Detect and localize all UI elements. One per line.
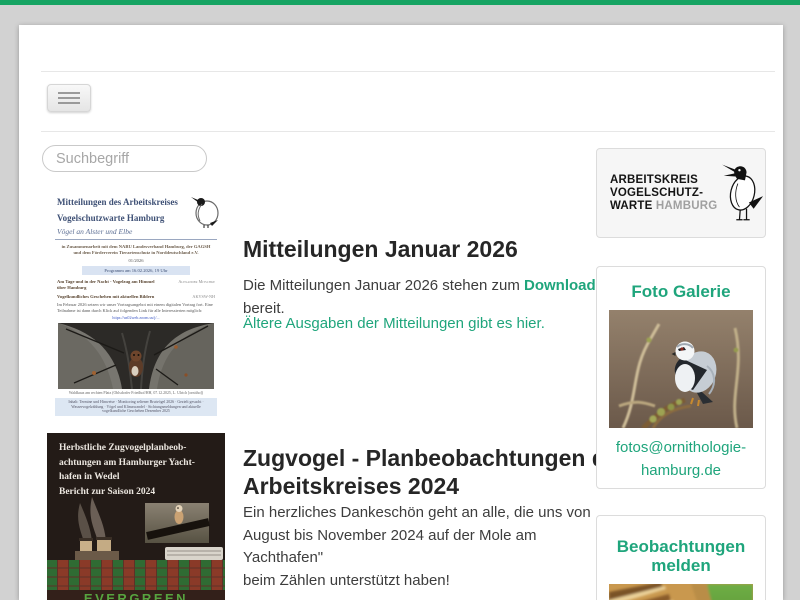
doc-photo-caption: Waldkauz am rechten Platz (Ohlsdorfer Fr… [47,391,225,395]
doc-issue-number: 01/2026 [47,258,225,263]
logo: ARBEITSKREIS VOGELSCHUTZ- WARTE HAMBURG [597,149,765,237]
doc-item-title: Am Tage und in der Nacht - Vogelzug am H… [57,279,157,290]
logo-line3: WARTE HAMBURG [610,200,717,213]
doc-item-author: Alexander Mitschke [178,279,215,290]
doc-paragraph: Im Februar 2026 setzen wir unser Vortrag… [57,302,215,312]
article-thumbnail-zugvogel[interactable]: EVERGREEN Herbstliche Zugvogelplanbeob- … [47,433,225,600]
doc-program-item: Am Tage und in der Nacht - Vogelzug am H… [57,279,215,290]
sidebar-beobachtungen-card: Beobachtungen melden [596,515,766,600]
article-title-zugvogel[interactable]: Zugvogel - Planbeobachtungen des Arbeits… [243,444,633,500]
doc-zoom-link: https://us02web.zoom.us/j/... [47,315,225,320]
ship-name-label: EVERGREEN [84,591,188,600]
older-issues-link[interactable]: Ältere Ausgaben der Mitteilungen gibt es… [243,315,603,332]
doc-program-item: Vogelkundliches Geschehen mit aktuellen … [57,294,215,299]
menu-button[interactable] [47,84,91,112]
hamburger-icon [58,92,80,94]
body-text: bereit. [243,300,285,317]
body-text: Die Mitteilungen Januar 2026 stehen zum [243,277,524,294]
bird-feathers-photo[interactable] [609,584,753,600]
foto-galerie-title[interactable]: Foto Galerie [597,282,765,301]
poster-title-text: Herbstliche Zugvogelplanbeob- achtungen … [59,441,195,499]
gull-logo-icon [719,155,765,231]
logo-text: ARBEITSKREIS VOGELSCHUTZ- WARTE HAMBURG [610,174,717,213]
doc-cooperation-text: in Zusammenarbeit mit dem NABU Landesver… [59,244,213,255]
logo-line2: VOGELSCHUTZ- [610,187,717,200]
logo-line1: ARBEITSKREIS [610,174,717,187]
search-input[interactable] [42,145,207,172]
article-body-zugvogel: Ein herzliches Dankeschön geht an alle, … [243,502,613,592]
logo-line3-bold: WARTE [610,200,656,212]
article-thumbnail-mitteilungen[interactable]: Mitteilungen des Arbeitskreises Vogelsch… [47,192,225,425]
doc-item-title: Vogelkundliches Geschehen mit aktuellen … [57,294,157,299]
owl-in-tree-photo [58,323,214,389]
header-divider-top [41,71,775,72]
page-container: Mitteilungen des Arbeitskreises Vogelsch… [19,25,783,600]
sidebar-logo-card[interactable]: ARBEITSKREIS VOGELSCHUTZ- WARTE HAMBURG [596,148,766,238]
logo-line3-light: HAMBURG [656,200,717,212]
kite-bird-photo[interactable] [609,310,753,428]
doc-rule [55,239,217,240]
foto-email-link[interactable]: fotos@ornithologie- hamburg.de [597,436,765,482]
beobachtungen-title[interactable]: Beobachtungen melden [597,537,765,575]
article-body-mitteilungen: Die Mitteilungen Januar 2026 stehen zum … [243,275,603,320]
newsletter-gull-logo-icon [190,195,222,229]
article-title-mitteilungen[interactable]: Mitteilungen Januar 2026 [243,236,623,263]
doc-item-author: AKVSW-NH [192,294,215,299]
doc-program-banner: Programm am 16.02.2026, 19 Uhr [82,266,190,275]
doc-contents-box: Inhalt: Termine und Hinweise · Monitorin… [55,398,217,416]
sidebar-foto-galerie-card: Foto Galerie [596,266,766,489]
download-link[interactable]: Download [524,277,596,294]
header-divider-bottom [41,131,775,132]
top-accent-bar [0,0,800,5]
